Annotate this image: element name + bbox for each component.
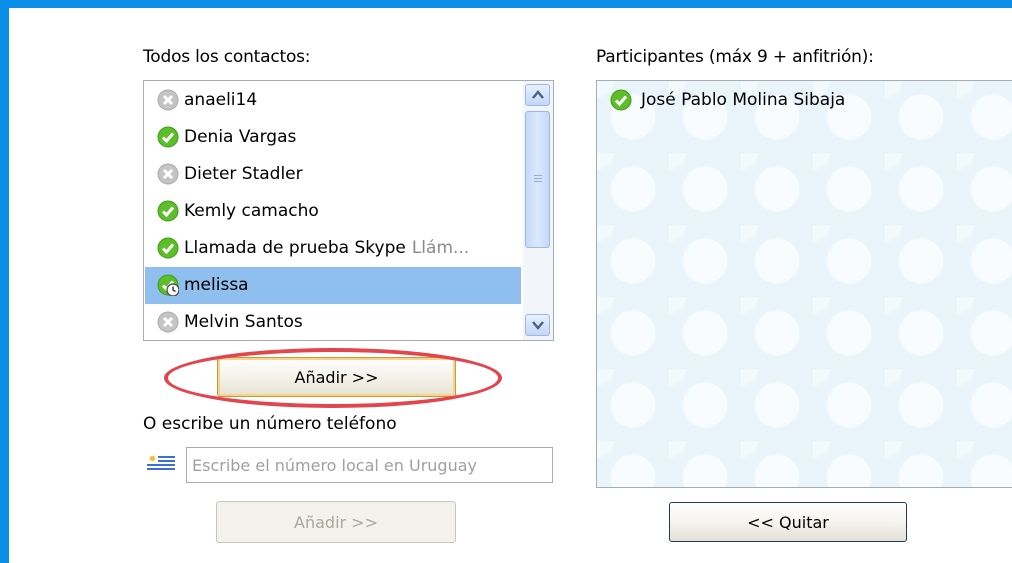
window-border-top (0, 0, 1012, 8)
contact-name: Llamada de prueba Skype Llám... (184, 238, 470, 258)
participants-heading: Participantes (máx 9 + anfitrión): (596, 47, 874, 67)
window-border-left (0, 0, 9, 563)
contact-name: melissa (184, 275, 249, 295)
contacts-heading: Todos los contactos: (143, 47, 311, 67)
participant-name: José Pablo Molina Sibaja (641, 90, 846, 110)
contact-name: anaeli14 (184, 90, 258, 110)
contacts-list[interactable]: anaeli14 Denia Vargas Dieter Stadler Kemly … (143, 80, 554, 341)
phone-heading: O escribe un número teléfono (143, 414, 397, 434)
status-online-icon (157, 237, 179, 259)
scroll-thumb[interactable] (525, 111, 550, 248)
status-offline-icon (157, 311, 179, 333)
scroll-up-button[interactable] (525, 84, 550, 106)
contacts-scrollbar[interactable] (523, 81, 553, 340)
add-number-button[interactable]: Añadir >> (216, 501, 456, 543)
remove-button[interactable]: << Quitar (669, 502, 907, 542)
uruguay-flag-icon (147, 454, 175, 472)
status-away-icon (157, 274, 179, 296)
contact-row[interactable]: Denia Vargas (145, 119, 521, 156)
participants-list[interactable]: José Pablo Molina Sibaja (596, 80, 1012, 488)
contact-row[interactable]: Melvin Santos (145, 304, 521, 340)
contact-row[interactable]: melissa (145, 267, 521, 304)
add-contact-button[interactable]: Añadir >> (217, 357, 456, 397)
status-offline-icon (157, 163, 179, 185)
status-online-icon (610, 89, 632, 111)
contact-row[interactable]: Dieter Stadler (145, 156, 521, 193)
scroll-grip-icon (534, 175, 542, 184)
contact-row[interactable]: Llamada de prueba Skype Llám... (145, 230, 521, 267)
phone-number-input[interactable] (186, 447, 553, 483)
contact-name: Denia Vargas (184, 127, 297, 147)
status-offline-icon (157, 89, 179, 111)
status-online-icon (157, 200, 179, 222)
contact-name: Kemly camacho (184, 201, 319, 221)
status-online-icon (157, 126, 179, 148)
contact-name: Dieter Stadler (184, 164, 303, 184)
contact-name: Melvin Santos (184, 312, 303, 332)
scroll-down-button[interactable] (525, 314, 550, 336)
contact-row[interactable]: anaeli14 (145, 82, 521, 119)
contact-mood: Llám... (411, 238, 470, 258)
participant-row[interactable]: José Pablo Molina Sibaja (597, 81, 1012, 118)
contact-row[interactable]: Kemly camacho (145, 193, 521, 230)
chevron-up-icon (532, 90, 544, 99)
chevron-down-icon (532, 321, 544, 330)
